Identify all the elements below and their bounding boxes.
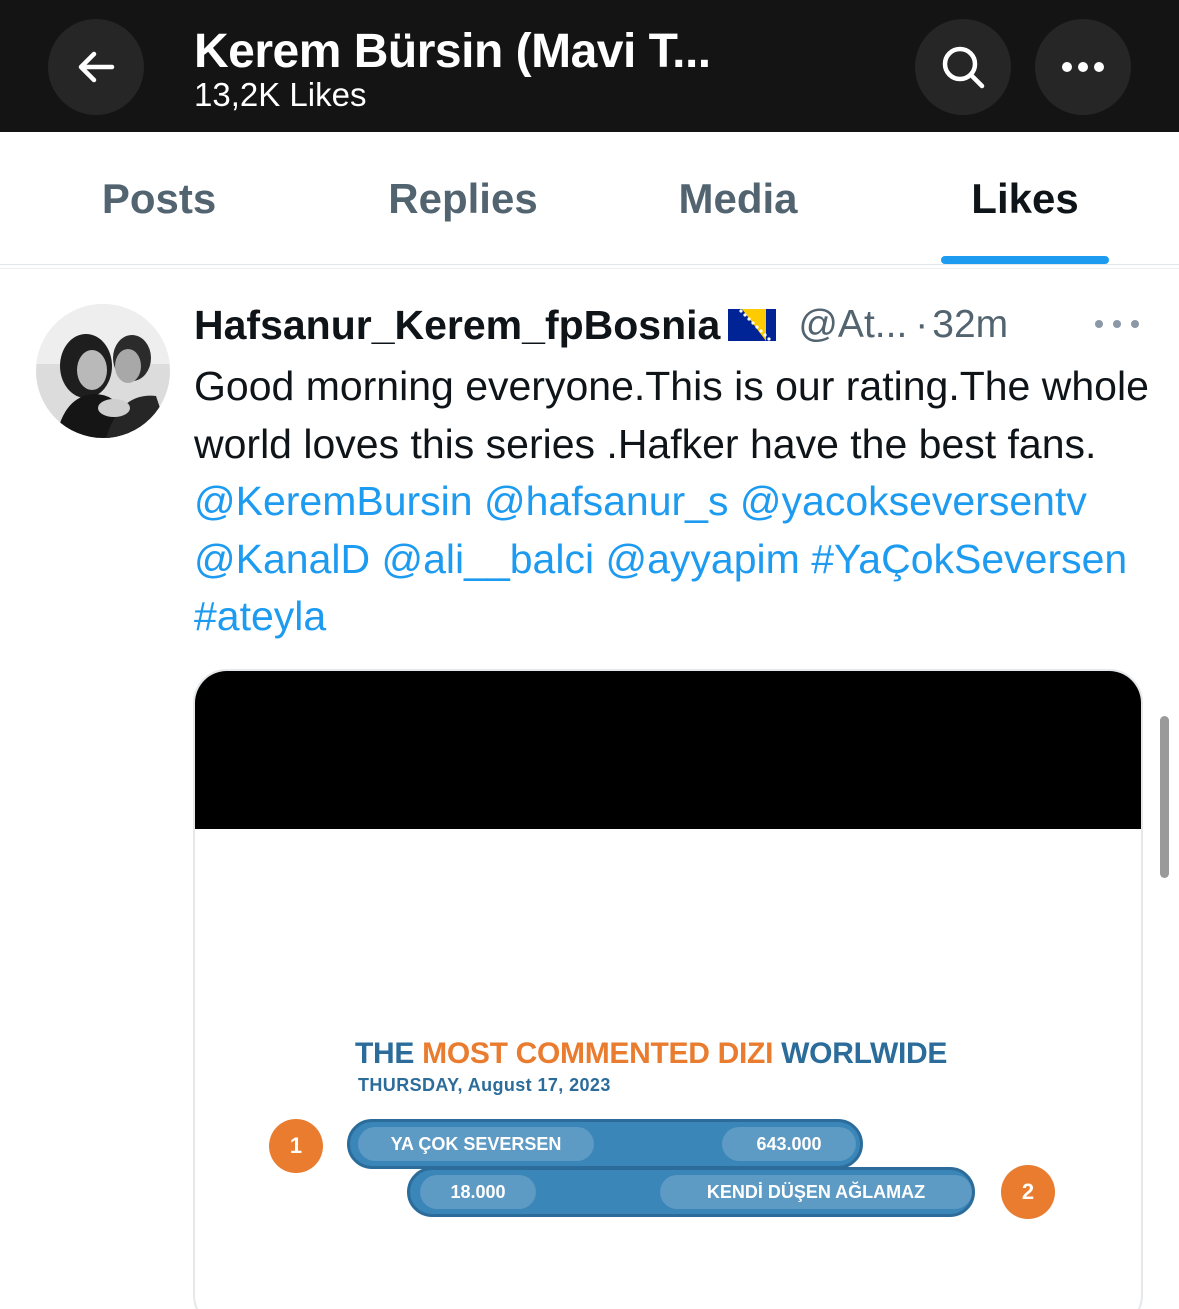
more-dot bbox=[1131, 320, 1139, 328]
mention-link[interactable]: @KanalD bbox=[194, 536, 370, 582]
mention-link[interactable]: @ayyapim bbox=[605, 536, 799, 582]
series-name: KENDİ DÜŞEN AĞLAMAZ bbox=[660, 1175, 972, 1209]
more-horizontal-icon bbox=[1062, 62, 1104, 72]
more-dot bbox=[1095, 320, 1103, 328]
tweet-more-button[interactable] bbox=[1095, 306, 1139, 342]
back-button[interactable] bbox=[48, 19, 144, 115]
tab-posts[interactable]: Posts bbox=[60, 132, 258, 265]
hashtag-link[interactable]: #ateyla bbox=[194, 593, 326, 639]
tweet-header: Hafsanur_Kerem_fpBosnia @At... · 32m bbox=[194, 300, 1008, 350]
tweet-timestamp[interactable]: 32m bbox=[932, 303, 1008, 347]
avatar[interactable] bbox=[36, 304, 170, 438]
search-icon bbox=[942, 46, 985, 89]
series-value: 643.000 bbox=[722, 1127, 856, 1161]
mention-link[interactable]: @ali__balci bbox=[382, 536, 595, 582]
tweet-author-name[interactable]: Hafsanur_Kerem_fpBosnia bbox=[194, 302, 720, 349]
tab-media[interactable]: Media bbox=[640, 132, 836, 265]
top-bar: Kerem Bürsin (Mavi T... 13,2K Likes bbox=[0, 0, 1179, 132]
tab-replies[interactable]: Replies bbox=[360, 132, 566, 265]
more-dot bbox=[1113, 320, 1121, 328]
tweet-media-image[interactable]: THE MOST COMMENTED DIZI WORLWIDE THURSDA… bbox=[193, 669, 1143, 1309]
mention-link[interactable]: @hafsanur_s bbox=[484, 478, 728, 524]
search-button[interactable] bbox=[915, 19, 1011, 115]
tweet-text: Good morning everyone.This is our rating… bbox=[194, 358, 1154, 646]
mention-link[interactable]: @KeremBursin bbox=[194, 478, 473, 524]
infographic-date: THURSDAY, August 17, 2023 bbox=[358, 1075, 611, 1095]
ranking-bar: YA ÇOK SEVERSEN 643.000 bbox=[347, 1119, 863, 1169]
tweet-plain-text: Good morning everyone.This is our rating… bbox=[194, 363, 1149, 467]
series-value: 18.000 bbox=[420, 1175, 536, 1209]
more-button[interactable] bbox=[1035, 19, 1131, 115]
ranking-bar: 18.000 KENDİ DÜŞEN AĞLAMAZ bbox=[407, 1167, 975, 1217]
divider bbox=[0, 268, 1179, 269]
separator-dot: · bbox=[915, 303, 929, 346]
active-tab-indicator bbox=[941, 256, 1109, 264]
media-black-band bbox=[195, 671, 1141, 829]
series-name: YA ÇOK SEVERSEN bbox=[358, 1127, 594, 1161]
tab-likes[interactable]: Likes bbox=[940, 132, 1110, 265]
profile-tabs: Posts Replies Media Likes bbox=[0, 132, 1179, 265]
hashtag-link[interactable]: #YaÇokSeversen bbox=[811, 536, 1127, 582]
profile-title: Kerem Bürsin (Mavi T... bbox=[194, 25, 711, 78]
tweet-author-handle[interactable]: @At... bbox=[798, 303, 907, 347]
likes-count: 13,2K Likes bbox=[194, 76, 367, 113]
avatar-photo bbox=[36, 304, 170, 438]
bosnia-flag-icon bbox=[728, 309, 777, 341]
scrollbar[interactable] bbox=[1160, 716, 1169, 878]
mention-link[interactable]: @yacokseversentv bbox=[740, 478, 1087, 524]
arrow-left-icon bbox=[78, 51, 115, 83]
rank-badge: 1 bbox=[269, 1119, 323, 1173]
rank-badge: 2 bbox=[1001, 1165, 1055, 1219]
infographic-title: THE MOST COMMENTED DIZI WORLWIDE bbox=[355, 1037, 948, 1070]
